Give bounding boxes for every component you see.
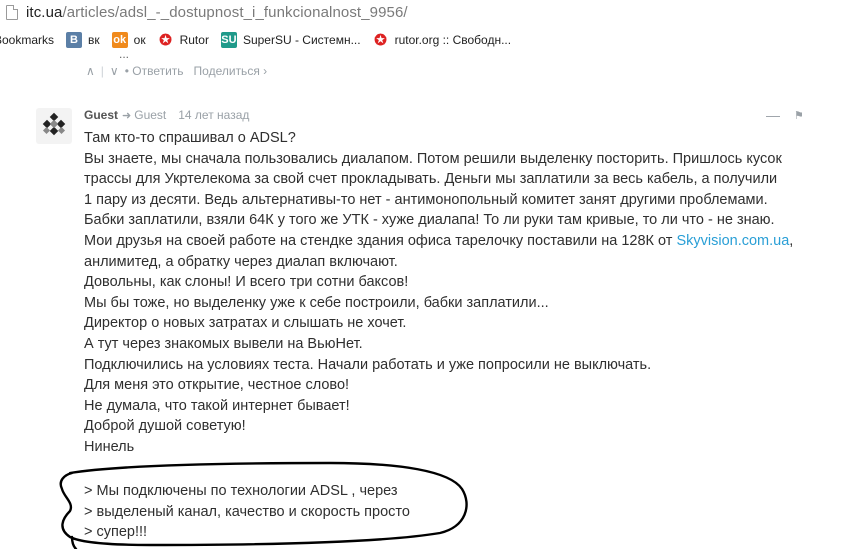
comment-line: Довольны, как слоны! И всего три сотни б… <box>84 274 409 291</box>
comment-line: 1 пару из десяти. Ведь альтернативы-то н… <box>84 191 768 208</box>
guest-label: Guest <box>134 108 167 122</box>
collapse-button[interactable]: — <box>766 107 780 123</box>
bookmark-label: rutor.org :: Свободн... <box>394 33 512 47</box>
upvote-button[interactable]: ∧ <box>86 64 95 78</box>
comment-line: Мои друзья на своей работе на стендке зд… <box>84 231 824 252</box>
comment-line: Доброй душой советую! <box>84 418 246 435</box>
avatar-logo-icon <box>42 112 66 136</box>
bookmarks-label[interactable]: Bookmarks <box>0 33 54 47</box>
previous-comment-actions: ∧ | ∨ • Ответить Поделиться › <box>86 64 267 78</box>
bookmark-label: Rutor <box>179 33 209 47</box>
bookmark-label: ок <box>133 33 146 47</box>
rutor-icon: ✪ <box>159 32 172 49</box>
comment-line: Для меня это открытие, честное слово! <box>84 377 350 394</box>
comment-timestamp[interactable]: 14 лет назад <box>178 108 249 122</box>
quote-line: > супер!!! <box>84 524 148 541</box>
share-arrow-icon: ➜ <box>122 109 132 122</box>
bookmark-vk[interactable]: B вк <box>66 32 100 48</box>
share-link[interactable]: Поделиться › <box>194 64 268 78</box>
address-bar[interactable]: itc.ua/articles/adsl_-_dostupnost_i_funk… <box>0 0 849 24</box>
flag-icon[interactable]: ⚑ <box>794 109 804 122</box>
bookmark-rutor[interactable]: ✪ Rutor <box>158 32 209 49</box>
bookmark-ok[interactable]: ok ок <box>111 32 146 48</box>
url-path: /articles/adsl_-_dostupnost_i_funkcional… <box>62 3 408 21</box>
guest-tag: ➜ Guest <box>122 108 166 122</box>
supersu-icon: SU <box>220 32 237 48</box>
url-field[interactable]: itc.ua/articles/adsl_-_dostupnost_i_funk… <box>26 4 408 21</box>
bookmark-label: вк <box>88 33 100 47</box>
avatar[interactable] <box>36 108 72 144</box>
quote-line: > Мы подключены по технологии ADSL , чер… <box>84 483 398 499</box>
bookmarks-bar: Bookmarks B вк ok ок ✪ Rutor SU SuperSU … <box>0 27 849 53</box>
downvote-button[interactable]: ∨ <box>110 64 119 78</box>
skyvision-link[interactable]: Skyvision.com.ua <box>676 233 789 249</box>
comment-line: Там кто-то спрашивал о ADSL? <box>84 130 296 146</box>
comment-line: трассы для Укртелекома за свой счет прок… <box>84 171 778 188</box>
bookmark-rutor-org[interactable]: ✪ rutor.org :: Свободн... <box>373 32 512 49</box>
comment-line: Директор о новых затратах и слышать не х… <box>84 315 407 332</box>
page-content: ... ∧ | ∨ • Ответить Поделиться › Guest … <box>0 53 849 549</box>
quote-line: > выделеный канал, качество и скорость п… <box>84 503 410 520</box>
reply-link[interactable]: • Ответить <box>125 64 184 78</box>
comment-line-text: Мои друзья на своей работе на стендке зд… <box>84 232 677 249</box>
ok-icon: ok <box>111 32 128 48</box>
comment-author[interactable]: Guest <box>84 108 118 122</box>
comment-line: Подключились на условиях теста. Начали р… <box>84 356 652 373</box>
bookmark-label: SuperSU - Системн... <box>242 33 361 47</box>
comment-body: Там кто-то спрашивал о ADSL? Вы знаете, … <box>84 128 824 458</box>
comment-line: Вы знаете, мы сначала пользовались диала… <box>84 150 782 167</box>
url-host: itc.ua <box>26 3 63 21</box>
divider: | <box>100 64 104 78</box>
comment-signature: Нинель <box>84 438 135 455</box>
vk-icon: B <box>66 32 83 48</box>
rutor-icon: ✪ <box>374 32 387 49</box>
comment-header: Guest ➜ Guest 14 лет назад <box>84 108 249 122</box>
page-icon <box>6 4 18 20</box>
previous-comment-text: ... <box>119 53 129 59</box>
quoted-text: > Мы подключены по технологии ADSL , чер… <box>84 481 410 543</box>
comment-line-text: , <box>789 232 794 249</box>
comment-controls: — ⚑ <box>766 107 804 123</box>
comment-line: анлимитед, а обратку через диалап включа… <box>84 253 398 270</box>
comment-line: Бабки заплатили, взяли 64К у того же УТК… <box>84 212 775 229</box>
comment-line: Не думала, что такой интернет бывает! <box>84 397 350 414</box>
comment-line: Мы бы тоже, но выделенку уже к себе пост… <box>84 294 549 311</box>
bookmark-supersu[interactable]: SU SuperSU - Системн... <box>220 32 361 48</box>
comment-line: А тут через знакомых вывели на ВьюНет. <box>84 335 363 352</box>
